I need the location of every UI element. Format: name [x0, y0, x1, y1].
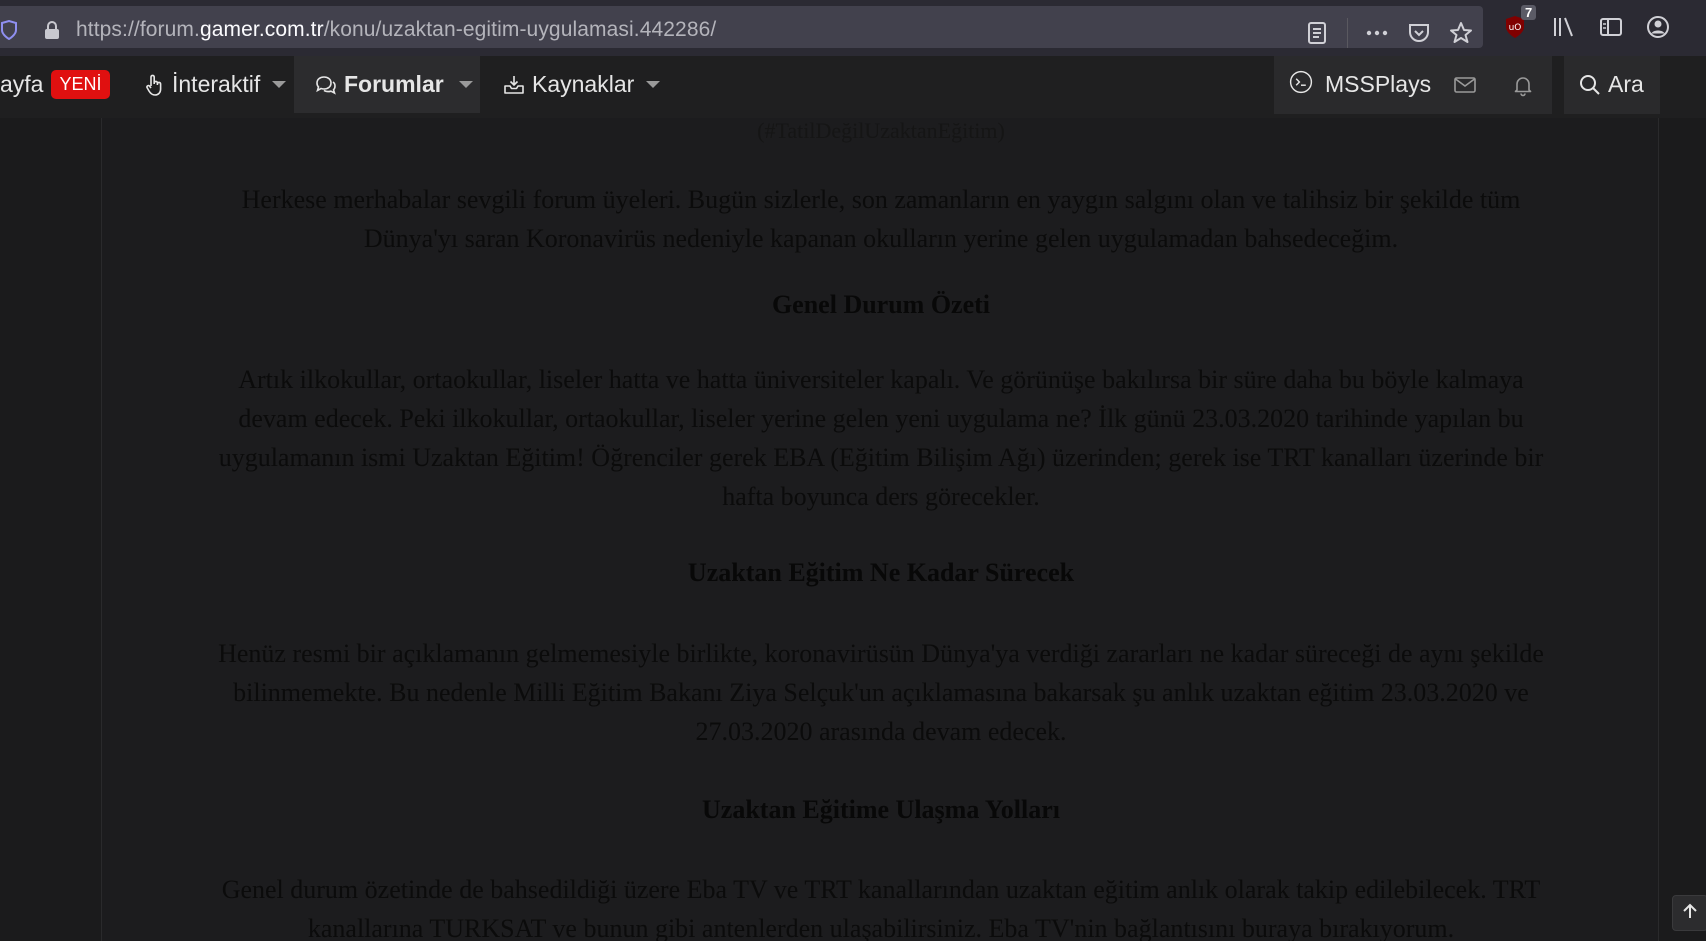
search-label: Ara — [1608, 71, 1644, 97]
toolbar-separator — [1347, 18, 1348, 48]
arrow-up-icon — [1680, 901, 1700, 926]
download-tray-icon — [502, 73, 526, 97]
nav-forumlar-dropdown[interactable] — [452, 56, 480, 113]
text-line: Artık ilkokullar, ortaokullar, liseler h… — [238, 365, 1524, 394]
user-menu[interactable]: MSSPlays — [1289, 56, 1431, 113]
more-actions-icon[interactable] — [1364, 20, 1390, 46]
nav-anasayfa-label: ayfa — [0, 71, 44, 97]
sidebar-toggle-icon[interactable] — [1598, 14, 1624, 40]
post-hashtag: (#TatilDeğilUzaktanEğitim) — [757, 118, 1005, 143]
nav-forumlar-label: Forumlar — [344, 71, 444, 97]
comments-icon — [314, 73, 338, 97]
section-heading: Uzaktan Eğitime Ulaşma Yolları — [702, 795, 1060, 824]
reader-view-icon[interactable] — [1304, 20, 1330, 46]
url-prefix: https://forum. — [76, 18, 200, 41]
url-bar[interactable]: https://forum.gamer.com.tr/konu/uzaktan-… — [0, 6, 1483, 48]
paragraph: Genel durum özetinde de bahsedildiği üze… — [122, 870, 1640, 941]
nav-kaynaklar[interactable]: Kaynaklar — [502, 56, 661, 113]
text-line: 27.03.2020 arasında devam edecek. — [695, 717, 1067, 746]
browser-toolbar: https://forum.gamer.com.tr/konu/uzaktan-… — [0, 0, 1706, 56]
text-line: uygulamanın ismi Uzaktan Eğitim! Öğrenci… — [218, 443, 1544, 472]
ublock-count-badge: 7 — [1521, 5, 1537, 20]
section-heading: Genel Durum Özeti — [771, 290, 991, 319]
nav-anasayfa[interactable]: ayfa YENİ — [0, 56, 110, 113]
text-line: Herkese merhabalar sevgili forum üyeleri… — [241, 185, 1521, 214]
chevron-down-icon — [459, 81, 473, 88]
user-avatar-icon — [1289, 70, 1319, 100]
nav-interaktif-label: İnteraktif — [172, 71, 261, 97]
url-path: /konu/uzaktan-egitim-uygulamasi.442286/ — [323, 18, 717, 41]
lock-icon[interactable] — [42, 20, 62, 40]
nav-kaynaklar-label: Kaynaklar — [532, 71, 635, 97]
text-line: Dünya'yı saran Koronavirüs nedeniyle kap… — [363, 224, 1399, 253]
chevron-down-icon[interactable] — [272, 81, 287, 88]
alerts-button[interactable] — [1511, 56, 1541, 113]
text-line: kanallarına TURKSAT ve bunun gibi antenl… — [307, 914, 1455, 941]
hand-pointer-icon — [142, 73, 166, 97]
inbox-button[interactable] — [1453, 56, 1483, 113]
text-line: bilinmemekte. Bu nedenle Milli Eğitim Ba… — [233, 678, 1529, 707]
username-label: MSSPlays — [1325, 71, 1432, 97]
post-content-area: (#TatilDeğilUzaktanEğitim) Herkese merha… — [101, 118, 1659, 941]
nav-interaktif[interactable]: İnteraktif — [142, 56, 287, 113]
text-line: Genel durum özetinde de bahsedildiği üze… — [221, 875, 1541, 904]
pocket-icon[interactable] — [1406, 20, 1432, 46]
account-icon[interactable] — [1645, 14, 1671, 40]
paragraph: Henüz resmi bir açıklamanın gelmemesiyle… — [122, 634, 1640, 751]
section-heading: Uzaktan Eğitim Ne Kadar Sürecek — [687, 558, 1075, 587]
intro-paragraph: Herkese merhabalar sevgili forum üyeleri… — [122, 180, 1640, 258]
bookmark-star-icon[interactable] — [1448, 20, 1474, 46]
library-icon[interactable] — [1550, 14, 1576, 40]
text-line: Henüz resmi bir açıklamanın gelmemesiyle… — [218, 639, 1544, 668]
new-badge: YENİ — [51, 70, 110, 99]
tracking-protection-icon[interactable] — [0, 19, 18, 41]
url-text[interactable]: https://forum.gamer.com.tr/konu/uzaktan-… — [76, 18, 716, 42]
text-line: devam edecek. Peki ilkokullar, ortaokull… — [238, 404, 1524, 433]
paragraph: Artık ilkokullar, ortaokullar, liseler h… — [122, 360, 1640, 516]
text-line: hafta boyunca ders görecekler. — [722, 482, 1040, 511]
search-icon — [1578, 73, 1602, 97]
site-navigation: ayfa YENİ İnteraktif Forumlar Kaynaklar … — [0, 56, 1706, 118]
url-domain: gamer.com.tr — [199, 18, 324, 41]
envelope-icon — [1453, 73, 1477, 97]
search-button[interactable]: Ara — [1578, 56, 1644, 113]
chevron-down-icon[interactable] — [646, 81, 661, 88]
svg-text:uO: uO — [1509, 23, 1522, 33]
bell-icon — [1511, 73, 1535, 97]
scroll-to-top-button[interactable] — [1672, 895, 1706, 931]
